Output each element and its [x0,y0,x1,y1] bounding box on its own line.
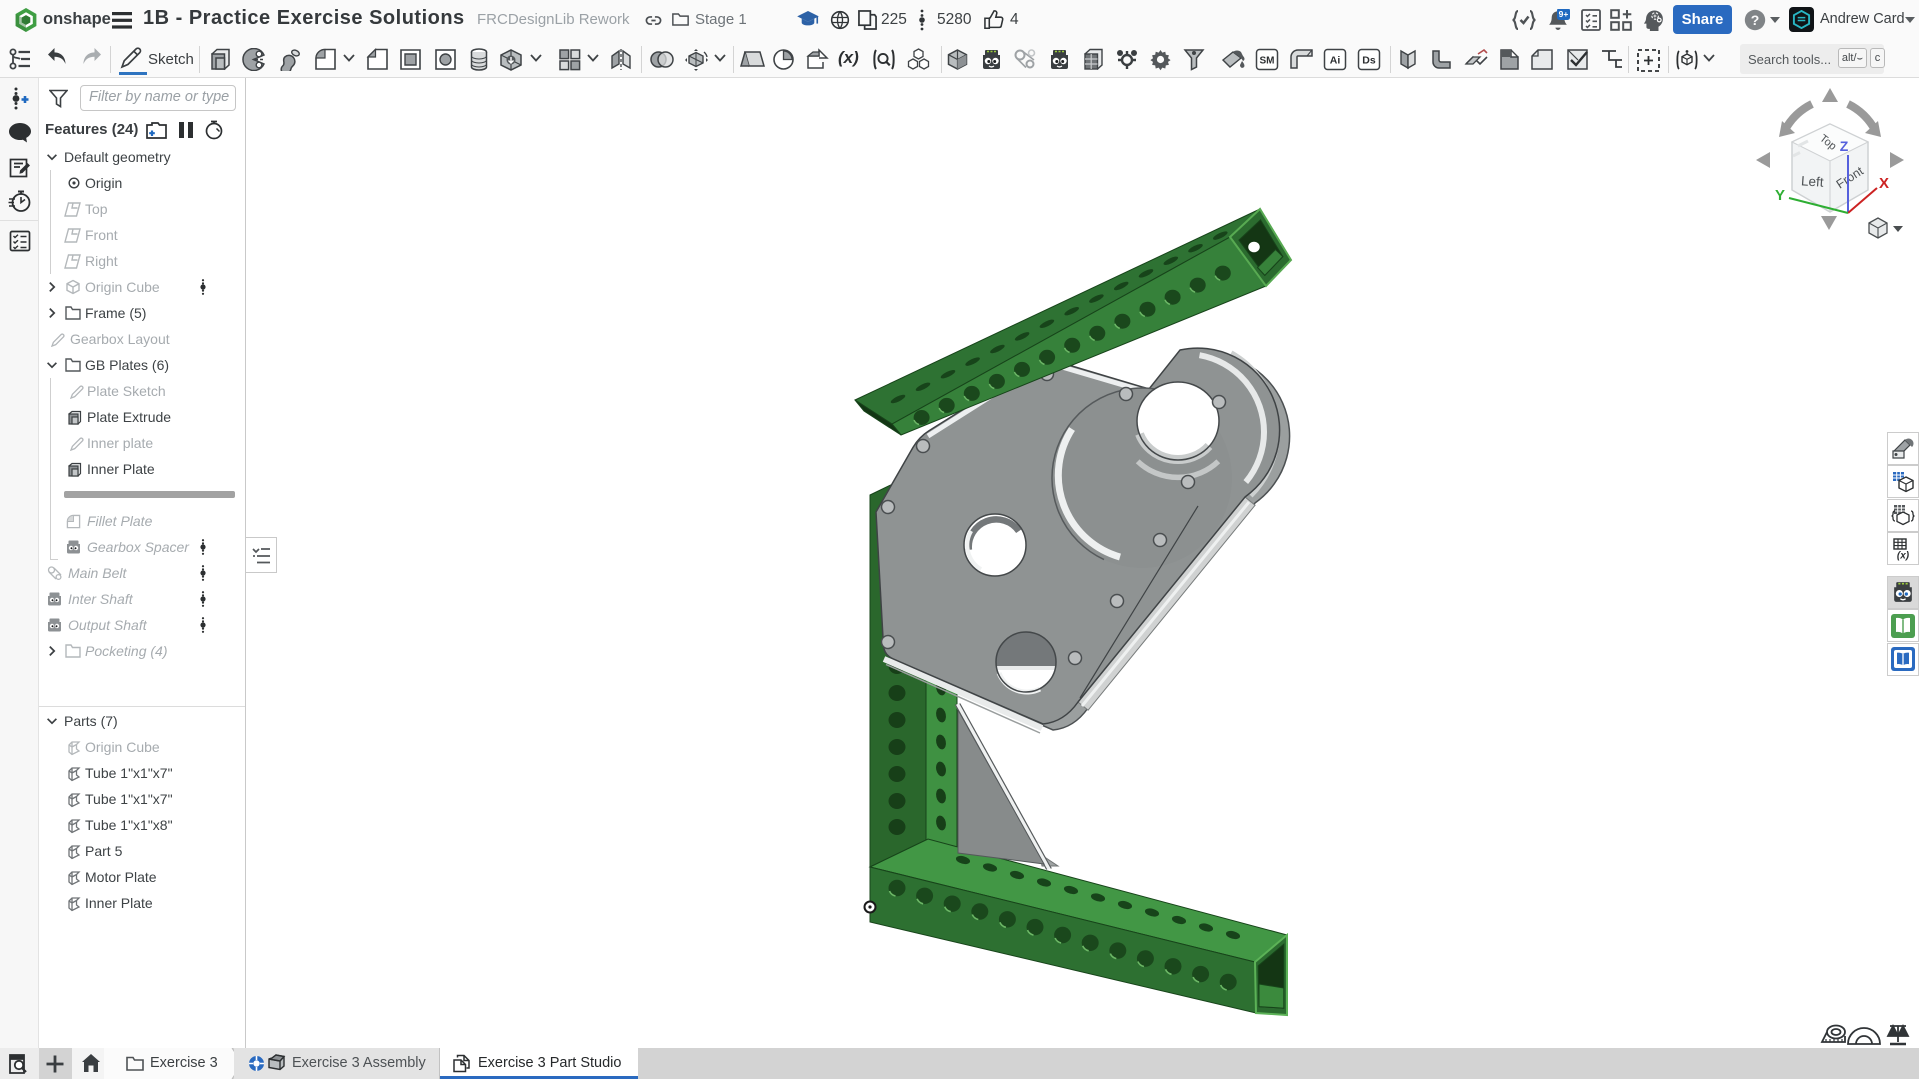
svg-text:Z: Z [1840,138,1849,154]
svg-text:X: X [1879,175,1889,192]
svg-text:Y: Y [1775,187,1785,204]
svg-text:Left: Left [1801,173,1825,190]
